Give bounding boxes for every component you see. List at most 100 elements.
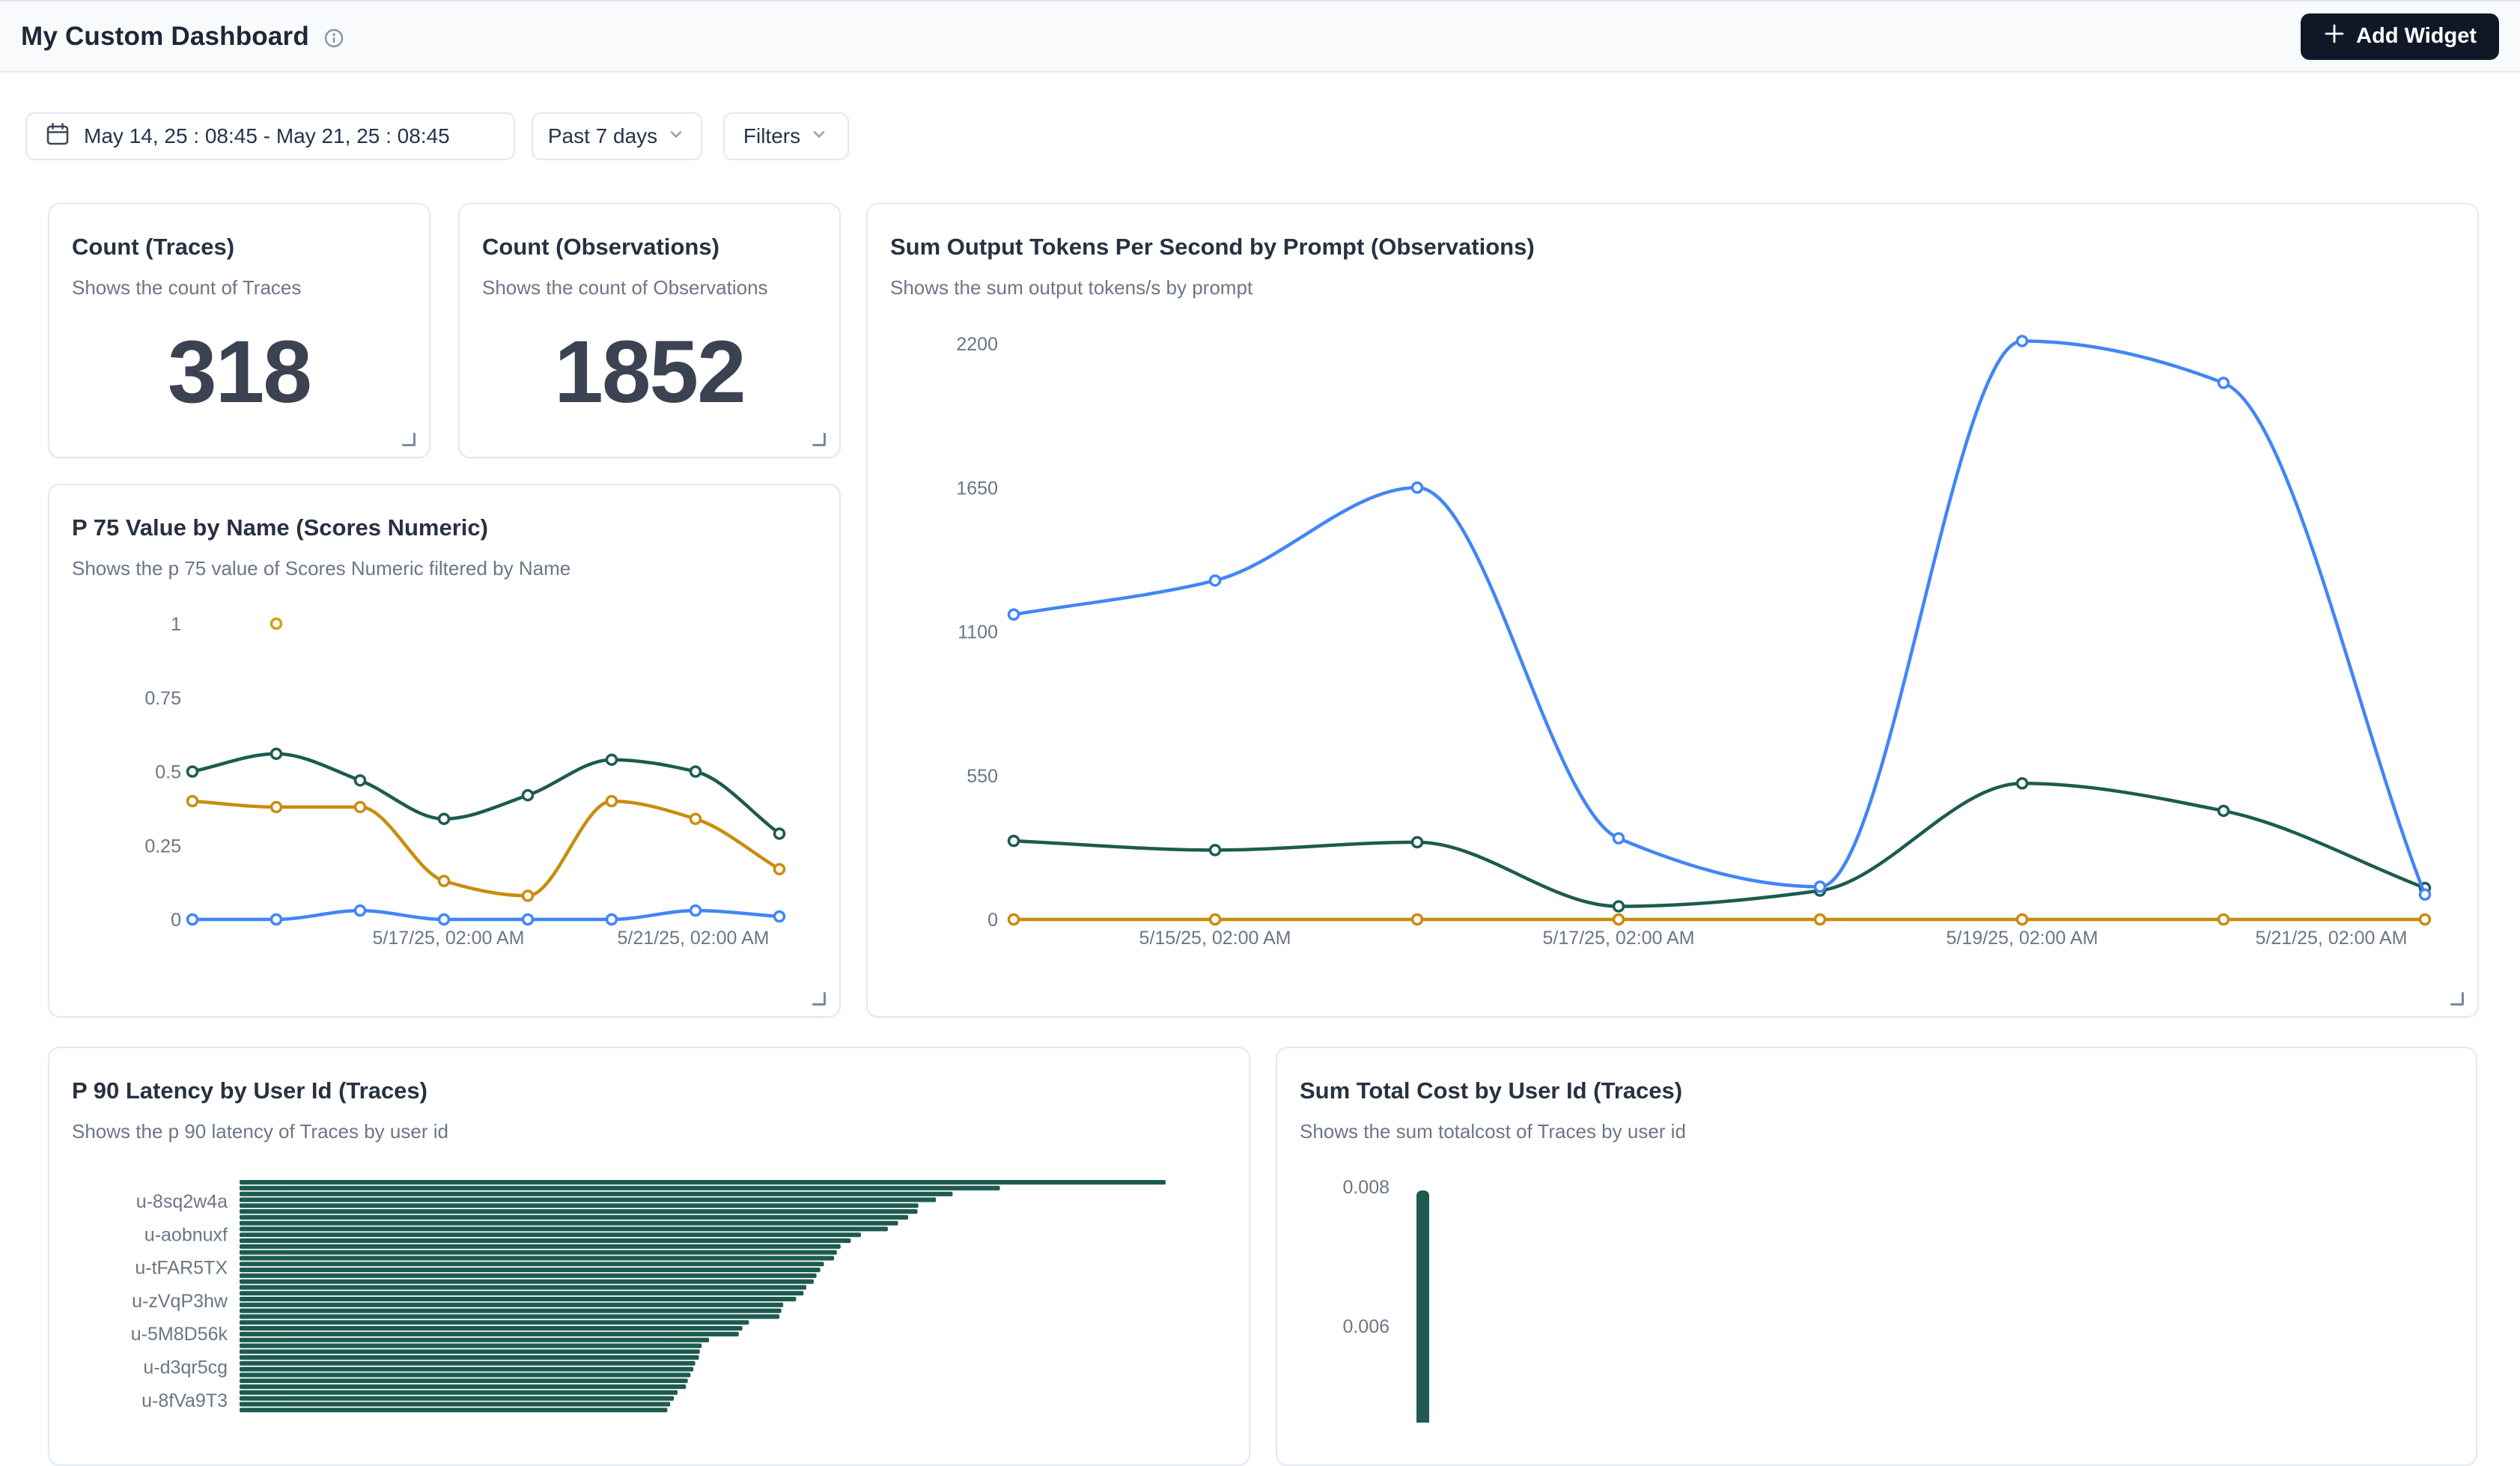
latency-bar: [240, 1250, 837, 1255]
data-point-score-gold: [607, 797, 617, 806]
y-axis-tick-label: 0.75: [144, 688, 181, 709]
p90-latency-bar-chart: u-8sq2w4au-aobnuxfu-tFAR5TXu-zVqP3hwu-5M…: [49, 1048, 1249, 1423]
y-axis-tick-label: 0.006: [1342, 1316, 1390, 1337]
latency-bar: [240, 1402, 670, 1406]
x-axis-tick-label: 5/17/25, 02:00 AM: [373, 928, 525, 949]
latency-bar: [240, 1232, 861, 1237]
resize-handle-icon[interactable]: [2450, 992, 2464, 1006]
resize-handle-icon[interactable]: [402, 433, 416, 446]
y-axis-tick-label: 2200: [956, 334, 998, 355]
data-point-score-green: [439, 814, 449, 824]
data-point-score-green: [272, 749, 281, 758]
resize-handle-icon[interactable]: [812, 992, 826, 1006]
data-point-score-green: [775, 829, 785, 839]
y-axis-tick-label: 0.5: [155, 762, 181, 783]
data-point-prompt-gold: [1614, 915, 1624, 925]
data-point-prompt-blue: [1816, 882, 1825, 892]
latency-bar: [240, 1192, 952, 1196]
latency-bar: [240, 1326, 743, 1330]
widget-sum-output-tokens: Sum Output Tokens Per Second by Prompt (…: [866, 203, 2479, 1018]
data-point-score-gold: [356, 802, 365, 812]
latency-bar: [240, 1221, 898, 1226]
plus-icon: [2323, 22, 2346, 51]
latency-bar: [240, 1256, 834, 1260]
latency-bar: [240, 1262, 824, 1266]
chevron-down-icon: [666, 124, 686, 149]
latency-bar: [240, 1384, 686, 1389]
latency-bar: [240, 1349, 700, 1354]
y-axis-tick-label: 0.008: [1342, 1177, 1390, 1198]
widget-p90-latency-by-user: P 90 Latency by User Id (Traces) Shows t…: [48, 1047, 1250, 1466]
y-axis-tick-label: 0: [171, 910, 181, 931]
latency-bar: [240, 1303, 783, 1307]
widget-p75-value-by-name: P 75 Value by Name (Scores Numeric) Show…: [48, 484, 841, 1018]
data-point-score-green: [607, 755, 617, 764]
data-point-score-blue: [439, 915, 449, 925]
sum-total-cost-bar-chart: 0.008 0.006: [1277, 1048, 2476, 1423]
data-point-score-gold: [691, 814, 701, 824]
latency-bar: [240, 1291, 803, 1295]
calendar-icon: [45, 121, 70, 152]
data-point-prompt-gold: [1413, 915, 1422, 925]
latency-bar: [240, 1372, 690, 1377]
data-point-prompt-gold: [1009, 915, 1019, 925]
resize-handle-icon[interactable]: [812, 433, 826, 446]
latency-bar: [240, 1226, 888, 1231]
p75-value-line-chart: 10.750.50.2505/17/25, 02:00 AM5/21/25, 0…: [49, 485, 839, 1016]
y-axis-category-label: u-tFAR5TX: [135, 1258, 228, 1279]
latency-bar: [240, 1203, 919, 1208]
y-axis-tick-label: 0.25: [144, 836, 181, 857]
data-point-score-green: [691, 767, 701, 776]
info-icon[interactable]: [321, 25, 347, 55]
latency-bar: [240, 1332, 739, 1336]
widget-sum-total-cost-by-user: Sum Total Cost by User Id (Traces) Shows…: [1276, 1047, 2477, 1466]
preset-value: Past 7 days: [548, 124, 657, 148]
line-series-prompt-green: [1014, 783, 2425, 906]
latency-bar: [240, 1197, 936, 1202]
latency-bar: [240, 1314, 779, 1319]
data-point-prompt-gold: [2219, 915, 2229, 925]
latency-bar: [240, 1186, 1000, 1190]
add-widget-button[interactable]: Add Widget: [2301, 13, 2499, 60]
add-widget-label: Add Widget: [2356, 24, 2477, 49]
data-point-prompt-gold: [2420, 915, 2430, 925]
data-point-prompt-gold: [1816, 915, 1825, 925]
data-point-score-blue: [523, 915, 533, 925]
data-point-prompt-blue: [1614, 833, 1624, 843]
latency-bar: [240, 1209, 917, 1214]
data-point-score-blue: [356, 906, 365, 916]
latency-bar: [240, 1338, 709, 1342]
metric-value: 318: [49, 287, 429, 457]
latency-bar: [240, 1367, 693, 1372]
x-axis-tick-label: 5/21/25, 02:00 AM: [2256, 928, 2408, 949]
latency-bar: [240, 1343, 701, 1348]
latency-bar: [240, 1238, 850, 1243]
cost-bar: [1416, 1190, 1429, 1423]
date-range-picker[interactable]: May 14, 25 : 08:45 - May 21, 25 : 08:45: [25, 112, 515, 160]
filters-dropdown[interactable]: Filters: [723, 112, 849, 160]
date-range-value: May 14, 25 : 08:45 - May 21, 25 : 08:45: [84, 124, 450, 148]
data-point-score-gold: [188, 797, 198, 806]
widget-count-traces: Count (Traces) Shows the count of Traces…: [48, 203, 430, 458]
y-axis-category-label: u-aobnuxf: [144, 1224, 228, 1245]
data-point-score-green: [356, 776, 365, 785]
y-axis-tick-label: 1100: [958, 622, 998, 643]
data-point-prompt-blue: [1413, 483, 1422, 493]
data-point-score-blue: [272, 915, 281, 925]
latency-bar: [240, 1215, 908, 1220]
widget-title: Count (Observations): [482, 233, 817, 261]
data-point-score-blue: [691, 906, 701, 916]
data-point-score-gold: [523, 891, 533, 901]
x-axis-tick-label: 5/17/25, 02:00 AM: [1543, 928, 1695, 949]
latency-bar: [240, 1268, 821, 1272]
chevron-down-icon: [809, 124, 829, 149]
time-range-preset-dropdown[interactable]: Past 7 days: [532, 112, 702, 160]
y-axis-category-label: u-5M8D56k: [131, 1324, 228, 1345]
latency-bar: [240, 1274, 817, 1278]
data-point-prompt-gold: [1211, 915, 1220, 925]
y-axis-category-label: u-d3qr5cg: [143, 1357, 228, 1378]
sum-output-tokens-line-chart: 22001650110055005/15/25, 02:00 AM5/17/25…: [868, 204, 2477, 1016]
data-point-prompt-green: [1009, 836, 1019, 846]
data-point-prompt-blue: [1211, 576, 1220, 586]
y-axis-category-label: u-zVqP3hw: [132, 1291, 228, 1312]
